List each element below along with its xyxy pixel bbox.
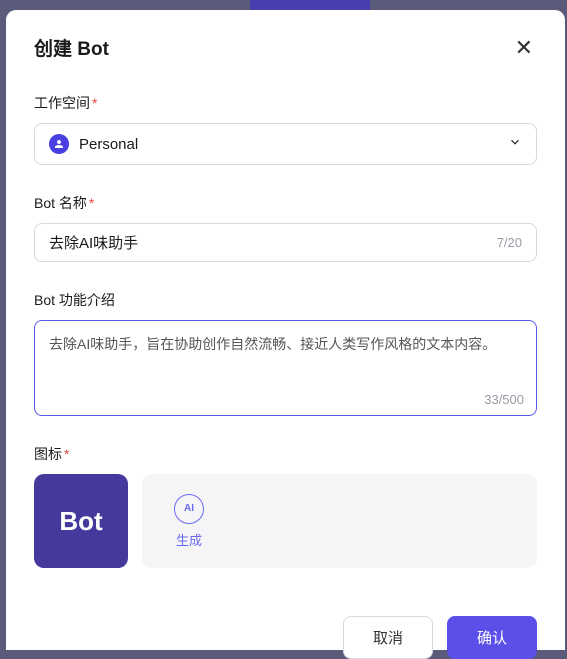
- workspace-label: 工作空间*: [34, 93, 537, 113]
- generate-panel: AI 生成: [142, 474, 537, 568]
- required-marker: *: [92, 95, 97, 111]
- workspace-label-text: 工作空间: [34, 95, 90, 111]
- bot-avatar-text: Bot: [59, 506, 102, 537]
- workspace-select[interactable]: Personal: [34, 123, 537, 165]
- bot-name-input[interactable]: [49, 234, 489, 251]
- required-marker: *: [89, 195, 94, 211]
- description-counter: 33/500: [484, 392, 524, 407]
- confirm-button[interactable]: 确认: [447, 616, 537, 659]
- icon-label-text: 图标: [34, 446, 62, 462]
- bot-avatar-preview[interactable]: Bot: [34, 474, 128, 568]
- bot-name-field: Bot 名称* 7/20: [34, 193, 537, 262]
- chevron-down-icon: [508, 135, 522, 154]
- create-bot-modal: 创建 Bot ✕ 工作空间* Personal Bot 名称* 7/20 Bot…: [6, 10, 565, 650]
- bot-name-counter: 7/20: [497, 235, 522, 250]
- workspace-value: Personal: [79, 136, 508, 153]
- workspace-field: 工作空间* Personal: [34, 93, 537, 165]
- cancel-button[interactable]: 取消: [343, 616, 433, 659]
- modal-title: 创建 Bot: [34, 34, 109, 61]
- generate-label: 生成: [176, 530, 202, 549]
- icon-label: 图标*: [34, 444, 537, 464]
- bot-name-label: Bot 名称*: [34, 193, 537, 213]
- required-marker: *: [64, 446, 69, 462]
- bot-name-input-wrapper: 7/20: [34, 223, 537, 262]
- close-button[interactable]: ✕: [511, 35, 537, 61]
- person-icon: [49, 134, 69, 154]
- ai-generate-icon: AI: [174, 494, 204, 524]
- icon-row: Bot AI 生成: [34, 474, 537, 568]
- modal-header: 创建 Bot ✕: [34, 34, 537, 61]
- description-textarea[interactable]: [49, 333, 522, 378]
- close-icon: ✕: [515, 35, 533, 60]
- description-field: Bot 功能介绍 33/500: [34, 290, 537, 416]
- icon-field: 图标* Bot AI 生成: [34, 444, 537, 568]
- description-label: Bot 功能介绍: [34, 290, 537, 310]
- generate-icon-button[interactable]: AI 生成: [162, 482, 216, 561]
- ai-generate-icon-text: AI: [184, 503, 194, 514]
- description-textarea-wrapper: 33/500: [34, 320, 537, 416]
- bot-name-label-text: Bot 名称: [34, 195, 87, 211]
